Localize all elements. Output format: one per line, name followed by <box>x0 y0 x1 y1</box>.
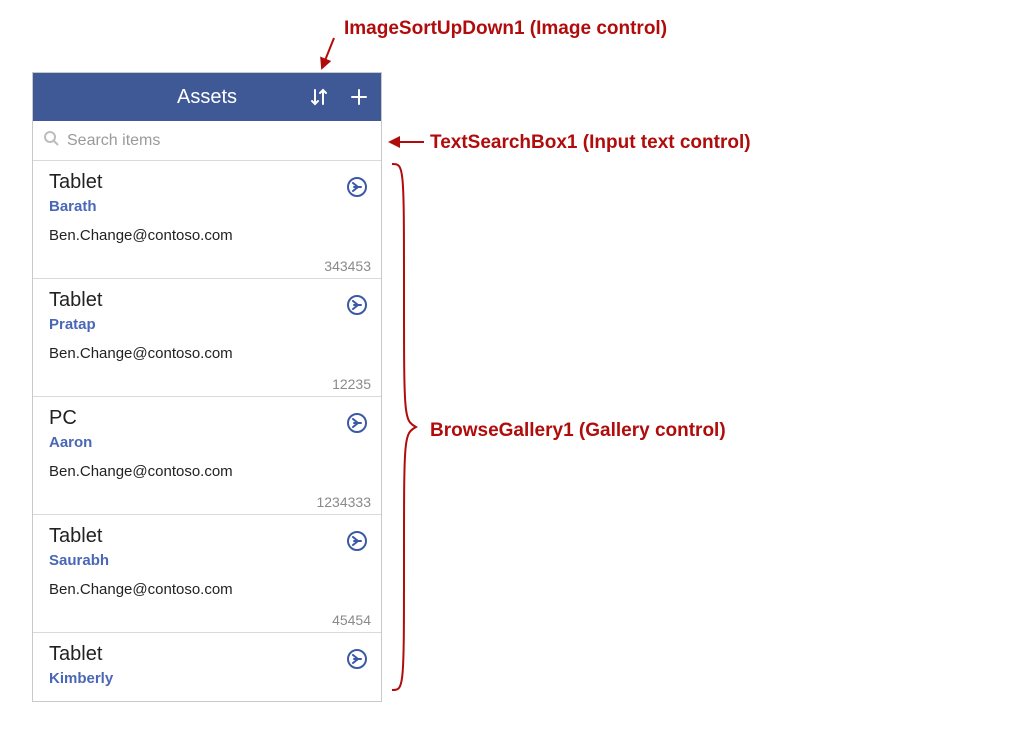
item-owner: Kimberly <box>49 670 365 687</box>
item-id: 343453 <box>324 258 371 274</box>
list-item[interactable]: Tablet Kimberly <box>33 633 381 701</box>
item-email: Ben.Change@contoso.com <box>49 581 365 598</box>
annotation-brace-gallery <box>388 162 418 692</box>
sort-updown-icon[interactable] <box>309 87 329 107</box>
list-item[interactable]: Tablet Pratap Ben.Change@contoso.com 122… <box>33 279 381 397</box>
next-arrow-icon[interactable] <box>347 531 367 551</box>
item-title: PC <box>49 407 365 430</box>
search-icon <box>43 130 59 151</box>
item-id: 45454 <box>332 612 371 628</box>
item-email: Ben.Change@contoso.com <box>49 345 365 362</box>
item-title: Tablet <box>49 643 365 666</box>
item-email: Ben.Change@contoso.com <box>49 463 365 480</box>
next-arrow-icon[interactable] <box>347 295 367 315</box>
item-email: Ben.Change@contoso.com <box>49 227 365 244</box>
header-actions <box>309 73 369 121</box>
header-bar: Assets <box>33 73 381 121</box>
search-input[interactable] <box>67 132 371 150</box>
list-item[interactable]: PC Aaron Ben.Change@contoso.com 1234333 <box>33 397 381 515</box>
annotation-arrow-top <box>316 36 342 74</box>
item-title: Tablet <box>49 171 365 194</box>
item-owner: Saurabh <box>49 552 365 569</box>
next-arrow-icon[interactable] <box>347 413 367 433</box>
item-owner: Aaron <box>49 434 365 451</box>
annotation-sort-icon-label: ImageSortUpDown1 (Image control) <box>344 18 667 40</box>
app-frame: Assets <box>32 72 382 702</box>
browse-gallery[interactable]: Tablet Barath Ben.Change@contoso.com 343… <box>33 161 381 701</box>
annotation-searchbox-label: TextSearchBox1 (Input text control) <box>430 132 751 154</box>
list-item[interactable]: Tablet Saurabh Ben.Change@contoso.com 45… <box>33 515 381 633</box>
item-id: 1234333 <box>316 494 371 510</box>
list-item[interactable]: Tablet Barath Ben.Change@contoso.com 343… <box>33 161 381 279</box>
add-icon[interactable] <box>349 87 369 107</box>
annotation-gallery-label: BrowseGallery1 (Gallery control) <box>430 420 726 442</box>
item-owner: Barath <box>49 198 365 215</box>
item-title: Tablet <box>49 525 365 548</box>
search-row <box>33 121 381 161</box>
item-owner: Pratap <box>49 316 365 333</box>
item-id: 12235 <box>332 376 371 392</box>
next-arrow-icon[interactable] <box>347 177 367 197</box>
annotation-arrow-search <box>386 134 426 150</box>
item-title: Tablet <box>49 289 365 312</box>
next-arrow-icon[interactable] <box>347 649 367 669</box>
